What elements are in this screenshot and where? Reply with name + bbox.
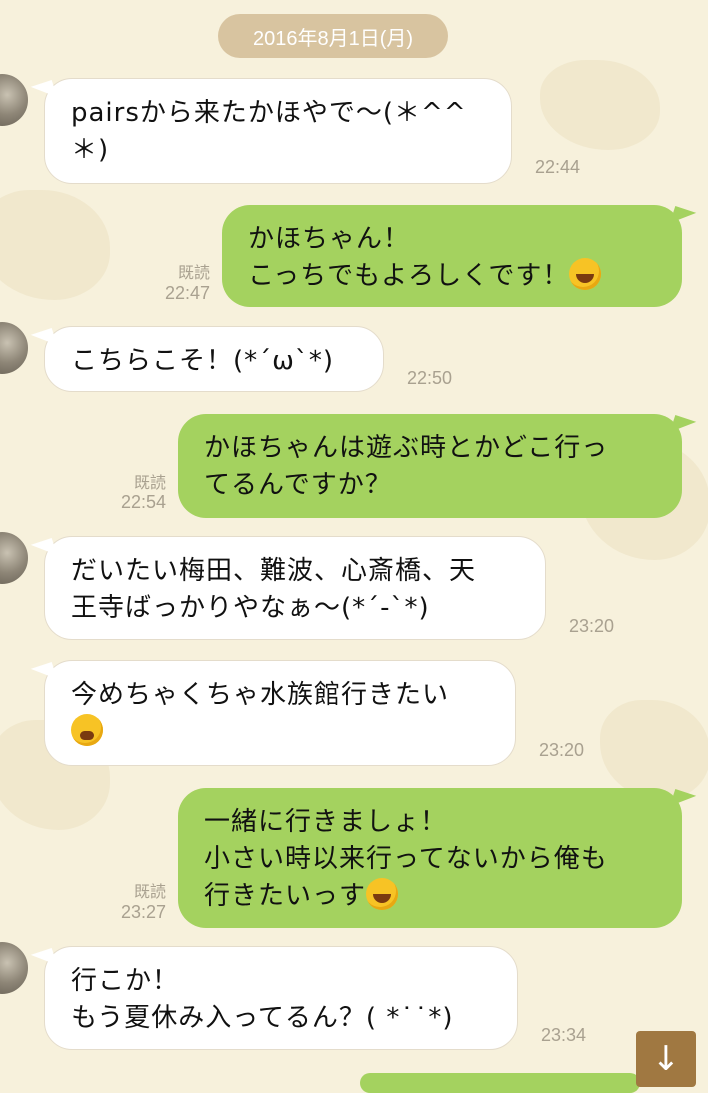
message-text: かほちゃん！ こっちでもよろしくです！ [248, 224, 570, 291]
message-text: かほちゃんは遊ぶ時とかどこ行っ てるんですか？ [204, 433, 609, 500]
message-time: 22:44 [534, 157, 580, 177]
message-time: 22:54 [120, 492, 166, 512]
grinning-squint-emoji-icon [366, 878, 399, 910]
avatar[interactable] [0, 72, 30, 128]
received-message[interactable]: 行こか！ もう夏休み入ってるん？( *˙˙*) [44, 946, 518, 1050]
read-receipt: 既読 [133, 884, 166, 901]
background-pattern [540, 60, 660, 150]
read-receipt: 既読 [177, 265, 210, 282]
message-text: だいたい梅田、難波、心斎橋、天 王寺ばっかりやなぁ〜(*´-`*) [71, 556, 477, 623]
sent-message-partial[interactable] [360, 1073, 640, 1093]
date-separator: 2016年8月1日(月) [218, 14, 448, 58]
background-pattern [600, 700, 708, 800]
message-time: 22:47 [164, 283, 210, 303]
received-message[interactable]: こちらこそ！(*´ω`*) [44, 326, 384, 392]
sent-message[interactable]: かほちゃんは遊ぶ時とかどこ行っ てるんですか？ [178, 414, 682, 518]
received-message[interactable]: pairsから来たかほやで〜(＊^^ ＊) [44, 78, 512, 184]
avatar[interactable] [0, 530, 30, 586]
message-time: 23:20 [538, 740, 584, 760]
message-time: 22:50 [406, 368, 452, 388]
message-time: 23:20 [568, 616, 614, 636]
read-receipt: 既読 [133, 475, 166, 492]
grinning-squint-emoji-icon [569, 258, 602, 290]
arrow-down-icon: ↓ [651, 1039, 681, 1079]
avatar[interactable] [0, 940, 30, 996]
sent-message[interactable]: 一緒に行きましょ！ 小さい時以来行ってないから俺も 行きたいっす [178, 788, 682, 928]
message-time: 23:27 [120, 902, 166, 922]
received-message[interactable]: 今めちゃくちゃ水族館行きたい [44, 660, 516, 766]
message-text: こちらこそ！(*´ω`*) [71, 346, 335, 376]
message-time: 23:34 [540, 1025, 586, 1045]
avatar[interactable] [0, 320, 30, 376]
background-pattern [0, 190, 110, 300]
weary-emoji-icon [71, 714, 103, 746]
message-text: 今めちゃくちゃ水族館行きたい [71, 680, 450, 710]
message-text: 行こか！ もう夏休み入ってるん？( *˙˙*) [71, 966, 454, 1033]
message-text: pairsから来たかほやで〜(＊^^ ＊) [71, 98, 467, 165]
received-message[interactable]: だいたい梅田、難波、心斎橋、天 王寺ばっかりやなぁ〜(*´-`*) [44, 536, 546, 640]
message-text: 一緒に行きましょ！ 小さい時以来行ってないから俺も 行きたいっす [204, 807, 608, 911]
scroll-to-bottom-button[interactable]: ↓ [636, 1031, 696, 1087]
sent-message[interactable]: かほちゃん！ こっちでもよろしくです！ [222, 205, 682, 307]
